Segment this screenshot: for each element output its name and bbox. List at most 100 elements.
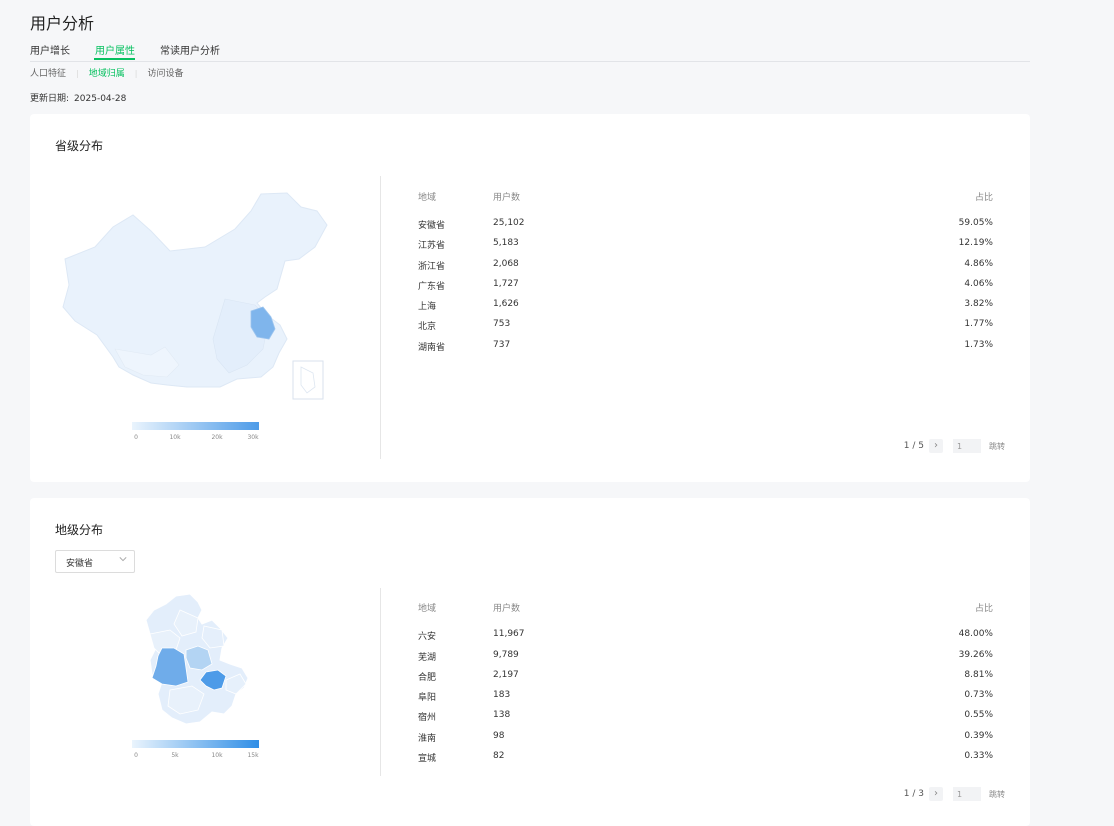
pagination: 1 / 3 › 跳转 xyxy=(904,786,1005,802)
subtab-region[interactable]: 地域归属 xyxy=(89,69,125,79)
cell-users: 138 xyxy=(493,710,511,720)
subtab-separator: | xyxy=(76,69,79,78)
map-legend: 0 5k 10k 15k xyxy=(132,740,259,759)
column-header-region: 地域 xyxy=(418,193,437,203)
table-row: 六安 11,967 48.00% xyxy=(418,629,993,645)
cell-users: 1,626 xyxy=(493,299,519,309)
column-header-ratio: 占比 xyxy=(974,193,993,203)
cell-region: 阜阳 xyxy=(418,693,437,703)
cell-region: 上海 xyxy=(418,302,437,312)
china-map[interactable] xyxy=(55,189,335,404)
next-page-button[interactable]: › xyxy=(929,787,943,801)
cell-ratio: 0.73% xyxy=(964,690,993,700)
table-row: 湖南省 737 1.73% xyxy=(418,340,993,356)
cell-ratio: 3.82% xyxy=(964,299,993,309)
cell-region: 安徽省 xyxy=(418,221,446,231)
cell-ratio: 8.81% xyxy=(964,670,993,680)
table-row: 上海 1,626 3.82% xyxy=(418,299,993,315)
province-distribution-card: 省级分布 0 10k 20k 30k 地域 用户数 占比 安徽省 25,102 59… xyxy=(30,114,1030,482)
table-row: 浙江省 2,068 4.86% xyxy=(418,259,993,275)
table-row: 安徽省 25,102 59.05% xyxy=(418,218,993,234)
province-select[interactable]: 安徽省 xyxy=(55,550,135,573)
table-header: 地域 用户数 占比 xyxy=(418,190,993,204)
table-row: 淮南 98 0.39% xyxy=(418,731,993,747)
column-header-users: 用户数 xyxy=(493,604,521,614)
column-header-users: 用户数 xyxy=(493,193,521,203)
legend-tick-label: 0 xyxy=(134,752,138,759)
cell-ratio: 0.55% xyxy=(964,710,993,720)
cell-users: 25,102 xyxy=(493,218,525,228)
city-table: 地域 用户数 占比 六安 11,967 48.00% 芜湖 9,789 39.26% 合… xyxy=(418,601,993,771)
cell-users: 2,068 xyxy=(493,259,519,269)
card-title: 地级分布 xyxy=(55,523,104,537)
table-row: 广东省 1,727 4.06% xyxy=(418,279,993,295)
table-row: 宿州 138 0.55% xyxy=(418,710,993,726)
legend-gradient-bar xyxy=(132,422,259,430)
card-title: 省级分布 xyxy=(55,139,104,153)
cell-ratio: 59.05% xyxy=(958,218,993,228)
tab-user-growth[interactable]: 用户增长 xyxy=(30,42,70,57)
city-distribution-card: 地级分布 安徽省 0 5k 10k 15k 地域 用户数 占比 六安 11,967… xyxy=(30,498,1030,826)
cell-region: 合肥 xyxy=(418,673,437,683)
subtab-devices[interactable]: 访问设备 xyxy=(147,69,183,79)
anhui-map[interactable] xyxy=(140,590,255,730)
jump-button[interactable]: 跳转 xyxy=(989,441,1005,452)
update-date-label: 更新日期: xyxy=(30,94,70,104)
south-china-sea-inset xyxy=(292,360,324,400)
next-page-button[interactable]: › xyxy=(929,439,943,453)
page-jump-input[interactable] xyxy=(953,439,981,453)
legend-gradient-bar xyxy=(132,740,259,748)
main-tabs: 用户增长 用户属性 常读用户分析 xyxy=(30,42,1030,62)
cell-ratio: 4.06% xyxy=(964,279,993,289)
subtab-separator: | xyxy=(134,69,138,78)
legend-tick-label: 20k xyxy=(211,434,223,441)
legend-tick-label: 5k xyxy=(171,752,179,759)
cell-region: 淮南 xyxy=(418,734,437,744)
tab-active-underline xyxy=(94,58,135,60)
cell-users: 5,183 xyxy=(493,238,519,248)
update-date-value: 2025-04-28 xyxy=(74,94,127,104)
cell-ratio: 0.33% xyxy=(964,751,993,761)
table-row: 江苏省 5,183 12.19% xyxy=(418,238,993,254)
cell-region: 北京 xyxy=(418,322,437,332)
page-jump-input[interactable] xyxy=(953,787,981,801)
jump-button[interactable]: 跳转 xyxy=(989,789,1005,800)
cell-ratio: 12.19% xyxy=(958,238,993,248)
cell-users: 98 xyxy=(493,731,505,741)
tab-user-attributes[interactable]: 用户属性 xyxy=(95,42,135,57)
page-indicator: 1 / 5 xyxy=(903,441,924,451)
cell-region: 宿州 xyxy=(418,713,437,723)
table-header: 地域 用户数 占比 xyxy=(418,601,993,615)
chevron-down-icon xyxy=(119,557,127,562)
update-date: 更新日期: 2025-04-28 xyxy=(30,91,126,104)
table-row: 芜湖 9,789 39.26% xyxy=(418,650,993,666)
pagination: 1 / 5 › 跳转 xyxy=(904,438,1005,454)
cell-region: 芜湖 xyxy=(418,653,437,663)
table-row: 北京 753 1.77% xyxy=(418,319,993,335)
province-select-value: 安徽省 xyxy=(66,559,94,569)
tab-frequent-readers[interactable]: 常读用户分析 xyxy=(160,42,220,57)
subtab-demographics[interactable]: 人口特征 xyxy=(30,69,66,79)
column-header-ratio: 占比 xyxy=(974,604,993,614)
cell-users: 2,197 xyxy=(493,670,519,680)
cell-region: 浙江省 xyxy=(418,262,446,272)
table-row: 阜阳 183 0.73% xyxy=(418,690,993,706)
province-table: 地域 用户数 占比 安徽省 25,102 59.05% 江苏省 5,183 12.19%… xyxy=(418,190,993,370)
cell-users: 183 xyxy=(493,690,511,700)
legend-tick-label: 15k xyxy=(247,752,259,759)
page-title: 用户分析 xyxy=(30,14,95,33)
cell-users: 82 xyxy=(493,751,505,761)
sub-tabs: 人口特征 | 地域归属 | 访问设备 xyxy=(30,66,183,79)
cell-region: 广东省 xyxy=(418,282,446,292)
cell-region: 江苏省 xyxy=(418,241,446,251)
cell-users: 737 xyxy=(493,340,511,350)
cell-users: 9,789 xyxy=(493,650,519,660)
legend-tick-label: 30k xyxy=(247,434,259,441)
cell-ratio: 39.26% xyxy=(958,650,993,660)
table-row: 宣城 82 0.33% xyxy=(418,751,993,767)
cell-region: 宣城 xyxy=(418,754,437,764)
cell-region: 湖南省 xyxy=(418,343,446,353)
legend-tick-label: 10k xyxy=(169,434,181,441)
vertical-divider xyxy=(380,176,381,459)
table-row: 合肥 2,197 8.81% xyxy=(418,670,993,686)
